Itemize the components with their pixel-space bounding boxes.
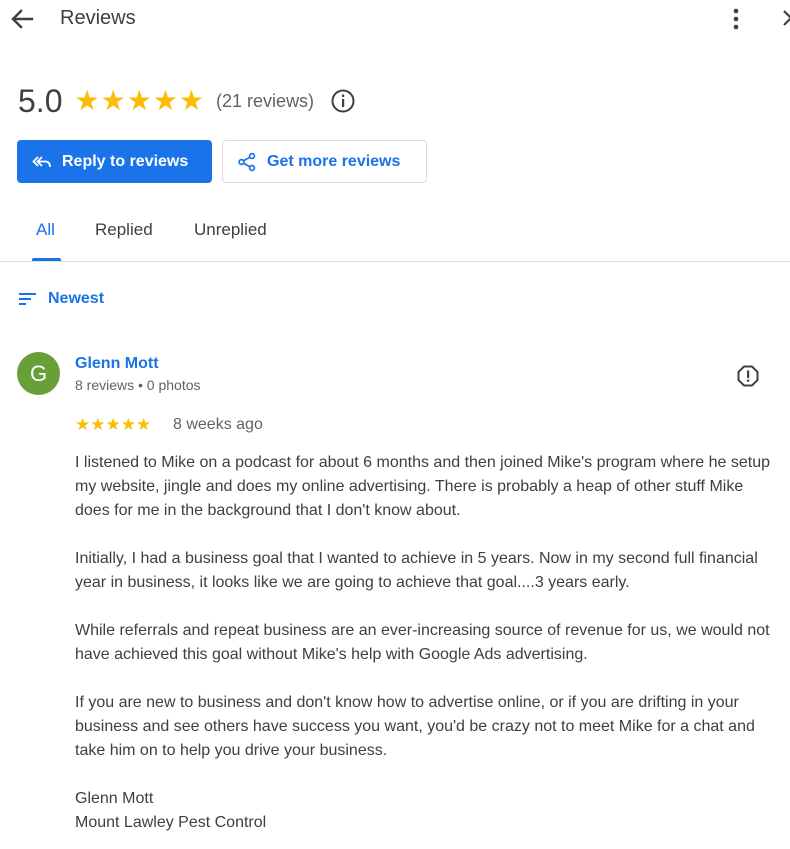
- star-icon: ★: [126, 85, 152, 116]
- close-button[interactable]: [778, 8, 790, 30]
- reviewer-name[interactable]: Glenn Mott: [75, 355, 159, 373]
- review-filter-tabs: All Replied Unreplied: [0, 205, 790, 262]
- close-icon: [783, 10, 790, 26]
- back-button[interactable]: [8, 6, 36, 32]
- star-icon: ★: [152, 85, 178, 116]
- star-icon: ★: [90, 415, 106, 434]
- review-paragraph: I listened to Mike on a podcast for abou…: [75, 454, 771, 519]
- star-icon: ★: [100, 85, 126, 116]
- tab-unreplied[interactable]: Unreplied: [194, 220, 267, 240]
- summary-stars: ★ ★ ★ ★ ★: [74, 87, 205, 115]
- tab-replied[interactable]: Replied: [95, 220, 153, 240]
- more-options-button[interactable]: [726, 6, 746, 32]
- avatar[interactable]: G: [17, 352, 60, 395]
- page-title: Reviews: [60, 7, 136, 29]
- reply-to-reviews-label: Reply to reviews: [62, 152, 189, 170]
- review-text: I listened to Mike on a podcast for abou…: [75, 451, 780, 835]
- info-icon[interactable]: [330, 88, 356, 114]
- arrow-left-icon: [11, 9, 34, 29]
- active-tab-indicator: [32, 258, 61, 261]
- sort-button[interactable]: Newest: [18, 290, 104, 308]
- star-icon: ★: [136, 415, 152, 434]
- review-paragraph: If you are new to business and don't kno…: [75, 694, 755, 759]
- reply-to-reviews-button[interactable]: Reply to reviews: [17, 140, 212, 183]
- rating-summary: 5.0 ★ ★ ★ ★ ★ (21 reviews): [18, 82, 356, 120]
- report-icon[interactable]: [736, 364, 760, 388]
- star-icon: ★: [105, 415, 121, 434]
- review-count: (21 reviews): [216, 90, 315, 111]
- star-icon: ★: [178, 85, 205, 116]
- review-time: 8 weeks ago: [173, 416, 263, 433]
- sort-icon: [19, 293, 36, 305]
- review-paragraph: While referrals and repeat business are …: [75, 622, 770, 663]
- reply-all-icon: [32, 155, 51, 167]
- sort-label: Newest: [48, 290, 105, 307]
- average-score: 5.0: [18, 82, 63, 119]
- get-more-reviews-button[interactable]: Get more reviews: [222, 140, 427, 183]
- star-icon: ★: [74, 85, 100, 116]
- review-signature-name: Glenn Mott: [75, 790, 154, 807]
- get-more-reviews-label: Get more reviews: [267, 152, 401, 170]
- share-icon: [238, 152, 256, 171]
- reviewer-meta: 8 reviews • 0 photos: [75, 377, 201, 393]
- review-rating-stars: ★ ★ ★ ★ ★: [75, 416, 151, 433]
- review-signature-company: Mount Lawley Pest Control: [75, 814, 267, 831]
- star-icon: ★: [75, 415, 91, 434]
- review-paragraph: Initially, I had a business goal that I …: [75, 550, 758, 591]
- top-bar: Reviews: [0, 0, 790, 40]
- more-vert-icon: [733, 8, 739, 30]
- star-icon: ★: [120, 415, 136, 434]
- tab-all[interactable]: All: [36, 220, 55, 240]
